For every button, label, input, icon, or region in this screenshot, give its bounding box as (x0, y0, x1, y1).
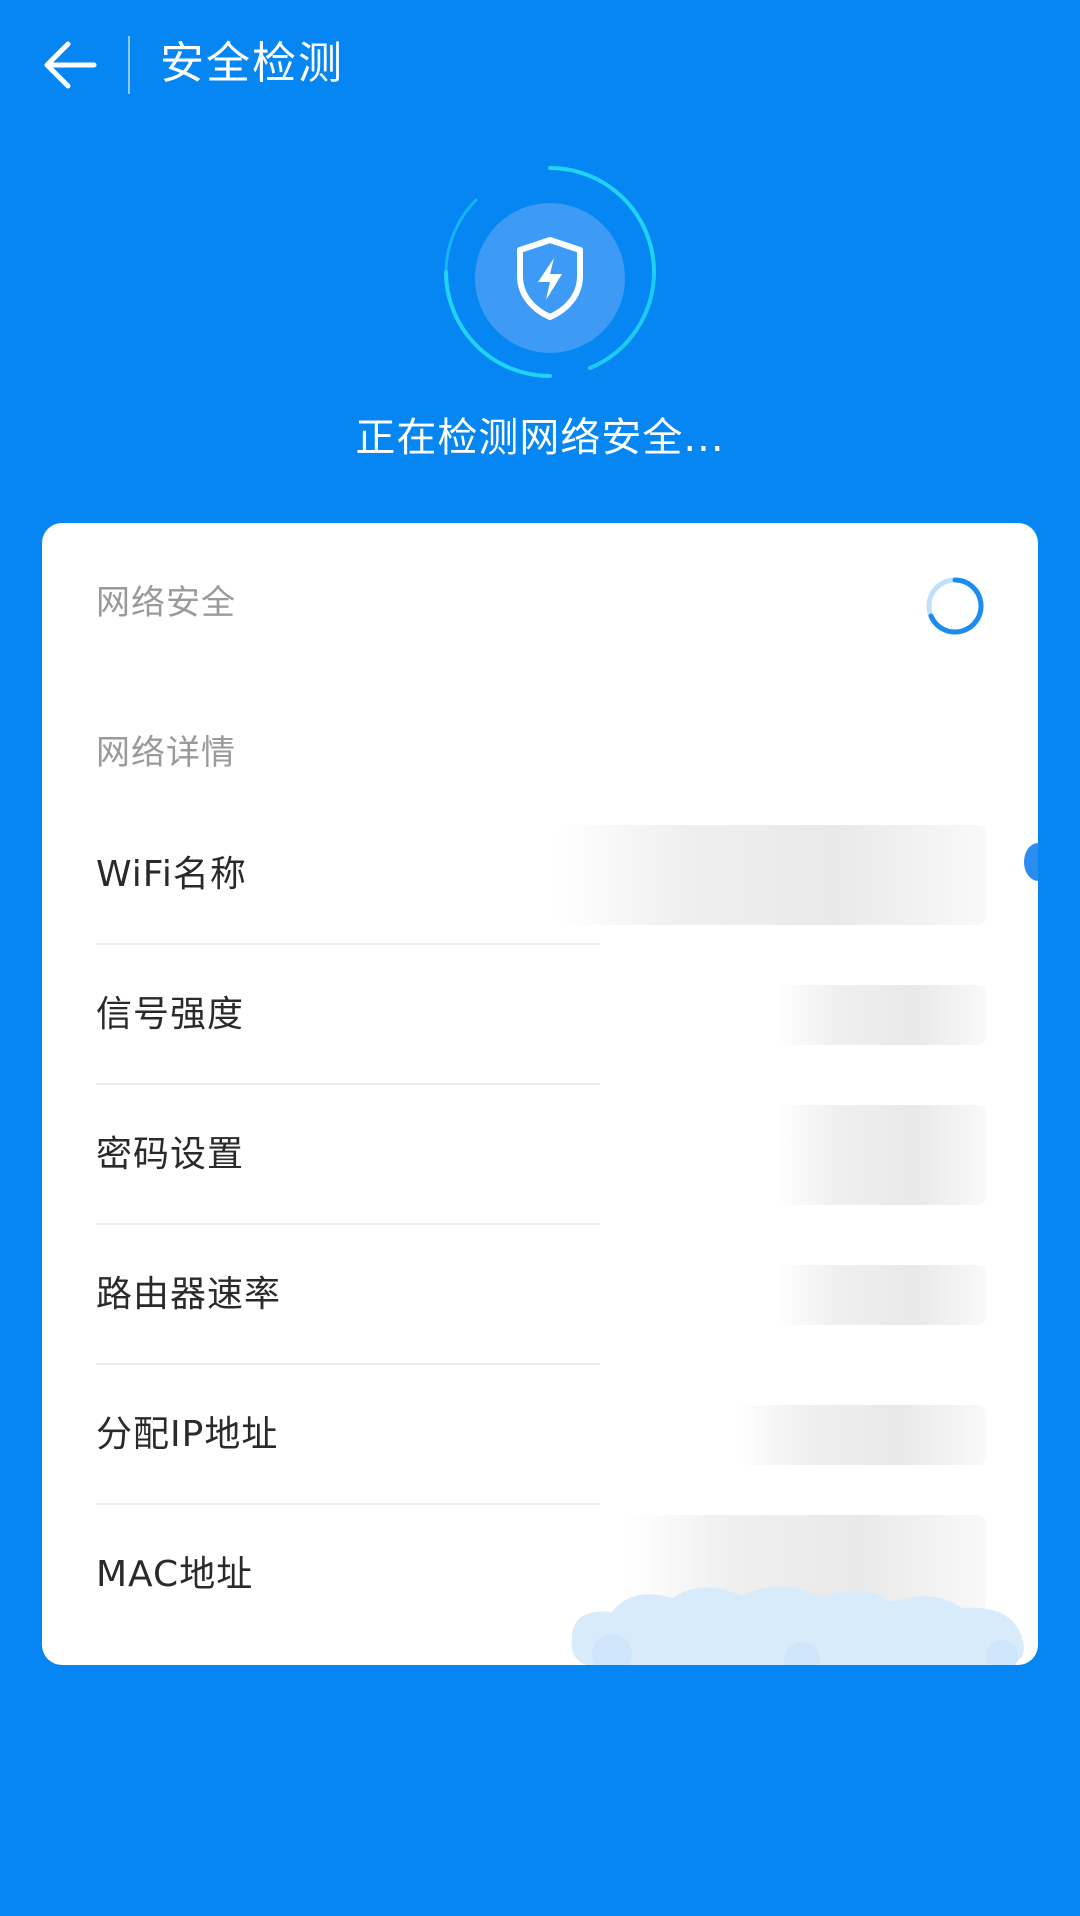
row-signal-strength: 信号强度 (96, 945, 986, 1085)
scan-animation (440, 162, 660, 382)
shield-lightning-icon (517, 237, 583, 320)
row-assigned-ip: 分配IP地址 (96, 1365, 986, 1505)
section-network-details: 网络详情 (96, 733, 236, 773)
row-label: 密码设置 (96, 1134, 245, 1175)
page-title: 安全检测 (160, 38, 344, 89)
row-password-setting: 密码设置 (96, 1085, 986, 1225)
app-header: 安全检测 (0, 0, 1080, 130)
row-value-redacted (776, 1265, 986, 1325)
row-value-redacted (556, 825, 986, 925)
row-label: WiFi名称 (96, 854, 247, 895)
row-router-speed: 路由器速率 (96, 1225, 986, 1365)
arrow-left-icon (44, 41, 97, 89)
loading-spinner-icon (926, 577, 984, 635)
row-value-redacted (776, 985, 986, 1045)
row-label: MAC地址 (96, 1554, 254, 1595)
row-wifi-name: WiFi名称 (96, 805, 986, 945)
row-value-redacted (736, 1405, 986, 1465)
header-divider (128, 36, 130, 94)
row-label: 信号强度 (96, 994, 245, 1035)
row-label: 分配IP地址 (96, 1414, 279, 1455)
scan-status-text: 正在检测网络安全... (355, 415, 725, 461)
network-details-card: 网络安全 网络详情 WiFi名称 信号强度 密码设置 路由器速率 分配IP地址 … (42, 523, 1038, 1665)
cloud-decoration (571, 1586, 1024, 1665)
row-label: 路由器速率 (96, 1274, 282, 1315)
edge-indicator (1024, 843, 1038, 881)
back-button[interactable] (36, 30, 106, 100)
row-value-redacted (776, 1105, 986, 1205)
section-network-security: 网络安全 (96, 583, 236, 623)
